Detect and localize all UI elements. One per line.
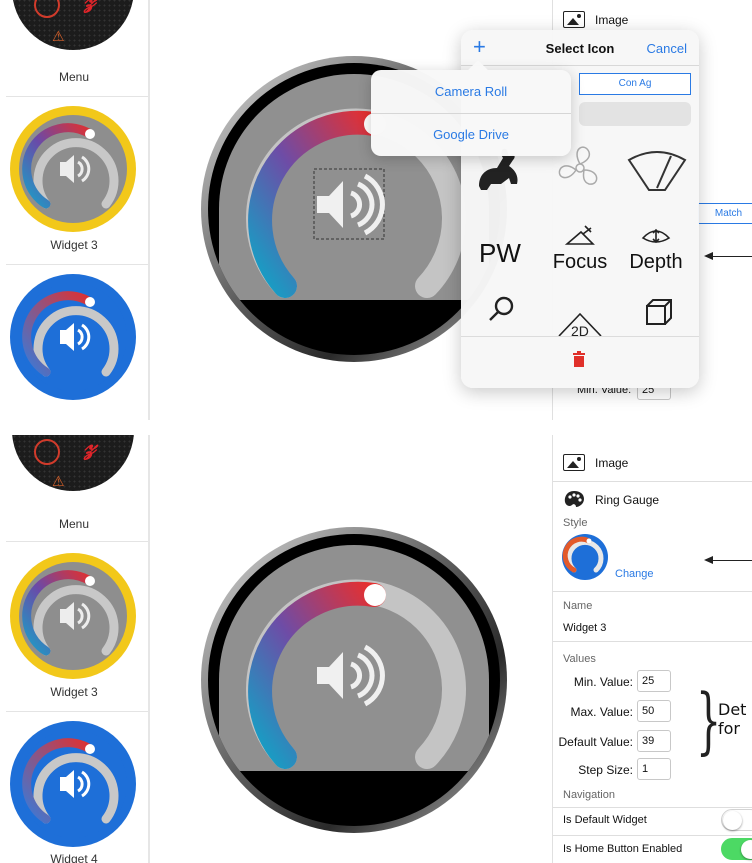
palette-icon bbox=[564, 491, 584, 507]
wiper-icon[interactable] bbox=[621, 138, 691, 196]
dot-grid bbox=[12, 435, 134, 491]
camera-roll-option[interactable]: Camera Roll bbox=[371, 84, 571, 99]
popover-header: + Select Icon Cancel bbox=[461, 30, 699, 66]
max-value-label: Max. Value: bbox=[570, 705, 633, 719]
trash-icon[interactable] bbox=[572, 351, 586, 367]
values-label: Values bbox=[563, 653, 596, 665]
ring-gauge-icon bbox=[22, 570, 119, 656]
widget4-thumbnail[interactable] bbox=[10, 274, 136, 400]
min-value-label: Min. Value: bbox=[573, 675, 633, 689]
menu-caption: Menu bbox=[58, 517, 90, 531]
ring-gauge-label[interactable]: Ring Gauge bbox=[595, 493, 659, 507]
menu-widget-thumbnail[interactable]: 𝓏 ⚠ bbox=[12, 435, 134, 491]
divider bbox=[553, 481, 752, 482]
default-value-field[interactable]: 39 bbox=[637, 730, 671, 752]
google-drive-option[interactable]: Google Drive bbox=[371, 127, 571, 142]
dot-grid bbox=[12, 0, 134, 50]
focus-icon[interactable]: Focus bbox=[545, 224, 615, 282]
step-size-field[interactable]: 1 bbox=[637, 758, 671, 780]
pointer-arrow bbox=[704, 556, 752, 564]
image-label: Image bbox=[595, 13, 629, 27]
name-label: Name bbox=[563, 600, 593, 612]
annotation-text-line2: for bbox=[718, 719, 740, 738]
home-button-enabled-label: Is Home Button Enabled bbox=[563, 843, 683, 855]
menu-caption: Menu bbox=[58, 70, 90, 84]
image-label[interactable]: Image bbox=[595, 456, 628, 470]
search-bar[interactable] bbox=[579, 102, 691, 126]
menu-signature-icon: 𝓏 bbox=[84, 435, 97, 461]
toggle-knob bbox=[741, 840, 752, 859]
widget4-thumbnail[interactable] bbox=[10, 721, 136, 847]
toggle-knob bbox=[723, 811, 742, 830]
widget3-caption: Widget 3 bbox=[50, 685, 98, 699]
widget3-thumbnail[interactable] bbox=[10, 106, 136, 232]
is-default-widget-toggle[interactable] bbox=[721, 809, 752, 831]
widget3-thumbnail[interactable] bbox=[10, 553, 136, 679]
is-default-widget-label: Is Default Widget bbox=[563, 814, 647, 826]
trash-bar bbox=[461, 336, 699, 388]
ring-gauge-graphic bbox=[246, 579, 466, 769]
widget-sidebar: 𝓏 ⚠ Menu Widget 3 bbox=[0, 435, 150, 863]
style-label: Style bbox=[563, 517, 588, 529]
default-value-label: Default Value: bbox=[558, 735, 634, 749]
sidebar-divider bbox=[6, 711, 148, 712]
menu-circle-icon bbox=[34, 439, 60, 465]
annotation-text-line1: Det bbox=[718, 700, 747, 719]
name-field[interactable]: Widget 3 bbox=[563, 622, 606, 634]
menu-signature-icon: 𝓏 bbox=[84, 0, 96, 15]
ring-gauge-icon bbox=[22, 123, 119, 209]
top-screenshot: 𝓏 ⚠ Menu Widget 3 bbox=[0, 0, 752, 420]
max-value-field[interactable]: 50 bbox=[637, 700, 671, 722]
depth-icon[interactable]: Depth bbox=[621, 224, 691, 282]
widget-sidebar: 𝓏 ⚠ Menu Widget 3 bbox=[0, 0, 150, 420]
ring-gauge-icon bbox=[22, 738, 119, 824]
step-size-label: Step Size: bbox=[578, 763, 633, 777]
match-tab[interactable]: Match bbox=[698, 203, 752, 224]
widget3-caption: Widget 3 bbox=[50, 238, 98, 252]
segment-con-ag[interactable]: Con Ag bbox=[579, 73, 691, 95]
sidebar-divider bbox=[6, 264, 148, 265]
image-source-menu: Camera Roll Google Drive bbox=[371, 60, 571, 156]
ring-gauge-icon bbox=[22, 291, 119, 377]
divider bbox=[553, 641, 752, 642]
style-thumbnail[interactable] bbox=[561, 533, 609, 581]
warning-icon: ⚠ bbox=[52, 473, 65, 489]
image-icon bbox=[563, 454, 585, 471]
divider bbox=[553, 835, 752, 836]
sidebar-divider bbox=[6, 541, 148, 542]
widget4-caption: Widget 4 bbox=[50, 852, 98, 863]
menu-divider bbox=[371, 113, 571, 114]
sidebar-divider bbox=[6, 96, 148, 97]
2d-icon-label: 2D bbox=[571, 323, 589, 336]
divider bbox=[553, 591, 752, 592]
gauge-preview bbox=[201, 527, 507, 833]
menu-widget-thumbnail[interactable]: 𝓏 ⚠ bbox=[12, 0, 134, 50]
properties-panel: Image Ring Gauge Style Change Name Widge… bbox=[552, 435, 752, 863]
cancel-button[interactable]: Cancel bbox=[647, 41, 687, 56]
bottom-screenshot: 𝓏 ⚠ Menu Widget 3 Widget 4 Image Ring Ga… bbox=[0, 435, 752, 863]
min-value-field[interactable]: 25 bbox=[637, 670, 671, 692]
pw-icon[interactable]: PW bbox=[465, 228, 535, 286]
change-style-link[interactable]: Change bbox=[615, 568, 654, 580]
image-icon bbox=[563, 11, 585, 28]
warning-icon: ⚠ bbox=[52, 28, 65, 44]
home-button-enabled-toggle[interactable] bbox=[721, 838, 752, 860]
pointer-arrow bbox=[704, 252, 752, 260]
divider bbox=[553, 807, 752, 808]
navigation-label: Navigation bbox=[563, 789, 615, 801]
